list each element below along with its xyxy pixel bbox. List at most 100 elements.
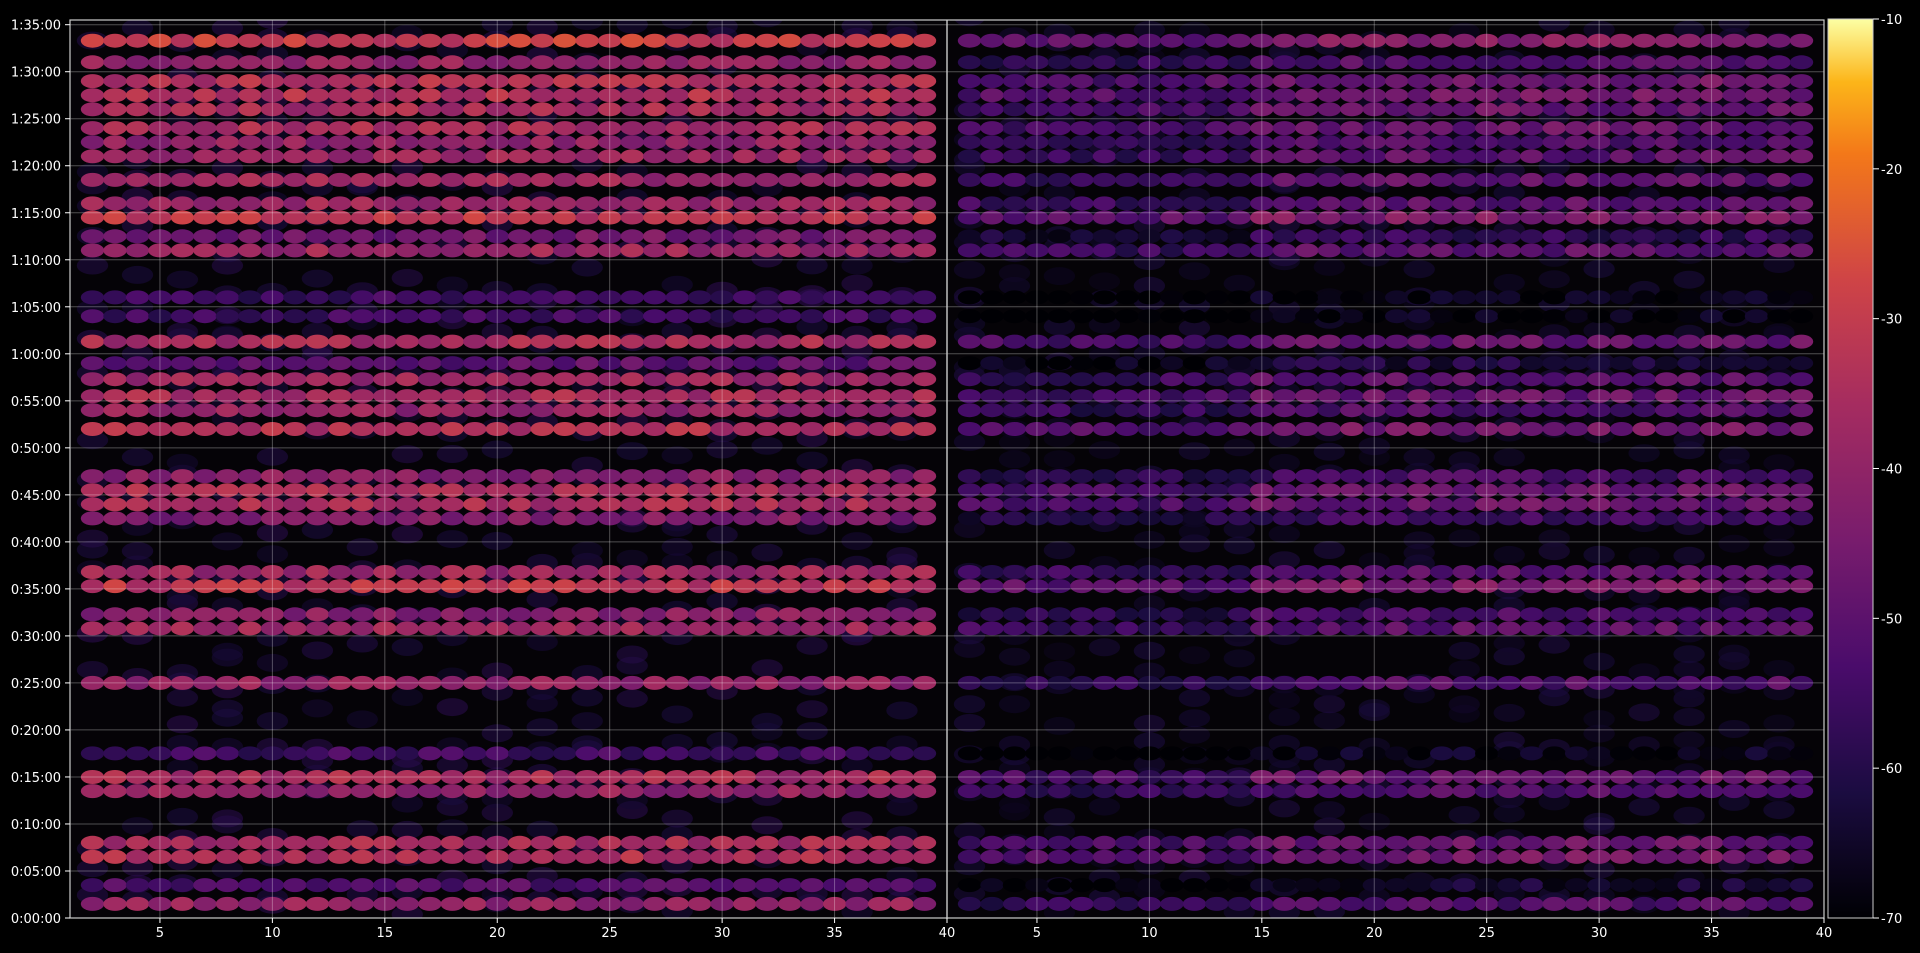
heat-cell [575, 422, 599, 436]
heat-cell [1340, 356, 1364, 371]
heat-cell [1295, 102, 1319, 117]
heat-cell [193, 121, 217, 136]
heat-cell [571, 20, 603, 31]
heat-cell [1722, 172, 1746, 187]
heat-cell [1092, 565, 1117, 579]
heat-cell [463, 621, 487, 636]
heat-cell [1092, 88, 1117, 103]
heat-cell [867, 149, 892, 164]
heat-cell [1452, 172, 1476, 187]
heat-cell [1767, 290, 1791, 305]
heat-cell [553, 403, 577, 418]
heat-cell [463, 309, 487, 324]
heat-cell [301, 641, 334, 660]
heat-cell [1002, 149, 1027, 164]
heat-cell [418, 469, 442, 484]
heat-cell [1227, 102, 1252, 117]
heat-cell [1542, 403, 1566, 418]
heat-cell [305, 372, 330, 387]
heat-cell [1092, 607, 1117, 622]
heat-cell [328, 835, 352, 850]
heat-cell [283, 243, 307, 258]
heat-cell [1047, 135, 1072, 150]
heat-cell [661, 446, 693, 465]
heat-cell [350, 579, 374, 594]
heat-cell [1407, 33, 1431, 48]
heat-cell [571, 541, 603, 560]
heat-cell [1722, 607, 1746, 622]
heat-cell [980, 896, 1004, 911]
heat-cell [1182, 511, 1207, 526]
heat-cell [418, 403, 442, 418]
heat-cell [283, 621, 307, 636]
heat-cell [1070, 497, 1094, 512]
heat-cell [912, 74, 937, 89]
heat-cell [103, 497, 127, 512]
heat-cell [620, 135, 644, 150]
heat-cell [305, 229, 330, 244]
heat-cell [1403, 448, 1435, 467]
heat-cell [463, 121, 487, 136]
heat-cell [1295, 149, 1319, 164]
heat-cell [1767, 497, 1791, 512]
heat-cell [953, 260, 986, 279]
heat-cell [76, 529, 109, 548]
heat-cell [1767, 784, 1791, 799]
heat-cell [912, 102, 937, 117]
heat-cell [1767, 565, 1791, 579]
heat-cell [103, 579, 127, 594]
heat-cell [283, 196, 307, 211]
heat-cell [1654, 784, 1679, 799]
heat-cell [796, 636, 828, 655]
heat-cell [1564, 469, 1589, 484]
heat-cell [103, 849, 127, 864]
heat-cell [1744, 511, 1769, 526]
heat-cell [1047, 849, 1072, 864]
heat-cell [575, 135, 599, 150]
heat-cell [755, 896, 779, 911]
heat-cell [215, 356, 240, 371]
heat-cell [1763, 660, 1795, 678]
heat-cell [665, 579, 689, 594]
heat-cell [1632, 372, 1656, 387]
heat-cell [1043, 541, 1076, 560]
heat-cell [530, 621, 554, 636]
heat-cell [395, 33, 419, 48]
heat-cell [732, 149, 757, 164]
heat-cell [1002, 309, 1027, 324]
heat-cell [845, 356, 869, 371]
heat-cell [957, 74, 982, 89]
heat-cell [1407, 746, 1431, 761]
heat-cell [1227, 511, 1252, 526]
heat-cell [103, 621, 127, 636]
heat-cell [125, 74, 150, 89]
heat-cell [170, 55, 195, 70]
heat-cell [1227, 607, 1252, 622]
heat-cell [1542, 55, 1566, 70]
heat-cell [1789, 422, 1814, 436]
heat-cell [530, 565, 554, 579]
heat-cell [1160, 229, 1184, 244]
heat-cell [800, 290, 824, 305]
heat-cell [1047, 55, 1072, 70]
heat-cell [687, 290, 712, 305]
heat-cell [463, 149, 487, 164]
heat-cell [440, 579, 464, 594]
heat-cell [463, 102, 487, 117]
heat-cell [643, 849, 667, 864]
heat-cell [395, 102, 419, 117]
heat-cell [1520, 334, 1544, 349]
heat-cell [1115, 290, 1139, 305]
heat-cell [800, 607, 824, 622]
heat-cell [1632, 172, 1656, 187]
heat-cell [1430, 356, 1454, 371]
heat-cell [575, 403, 599, 418]
heat-cell [890, 334, 914, 349]
heat-cell [620, 469, 644, 484]
heat-cell [530, 878, 554, 893]
heat-cell [395, 565, 419, 579]
heat-cell [305, 511, 330, 526]
heat-cell [553, 74, 577, 89]
heat-cell [1160, 356, 1184, 371]
heat-cell [1722, 497, 1746, 512]
